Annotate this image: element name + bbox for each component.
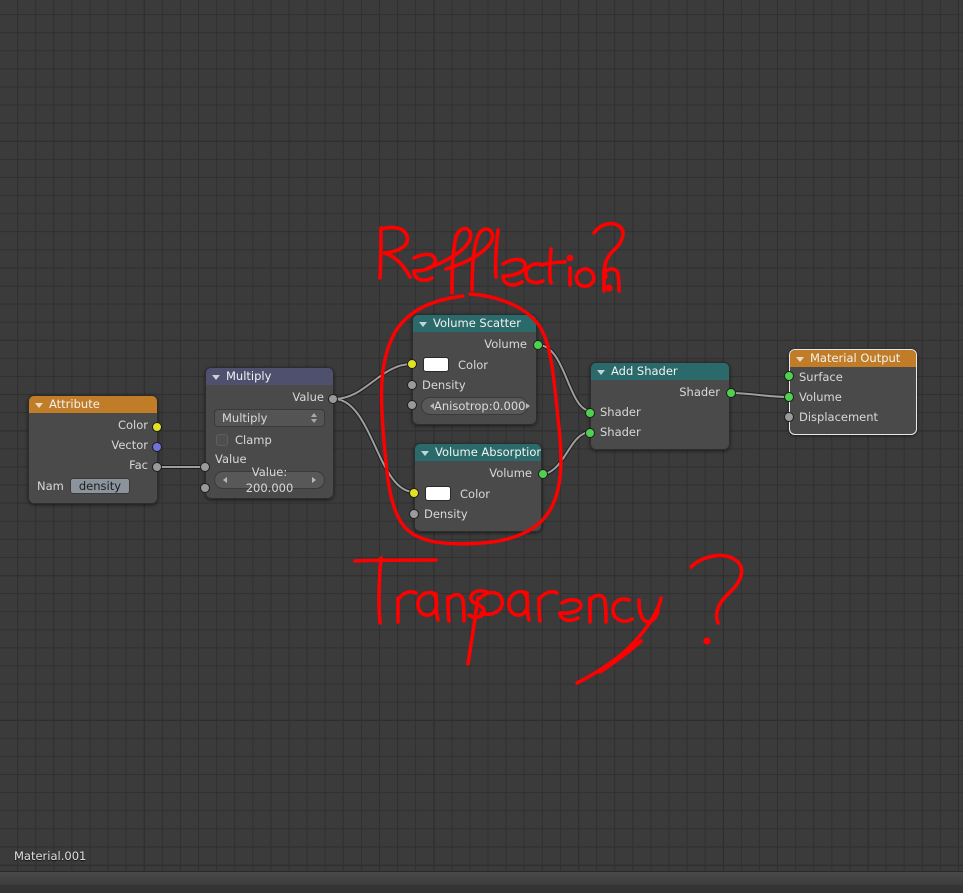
output-row-color: Color	[29, 415, 157, 435]
node-title: Volume Absorption	[435, 445, 542, 459]
output-row-value: Value	[206, 387, 333, 407]
input-label: Shader	[600, 425, 641, 439]
value-number-field[interactable]: Value: 200.000	[214, 465, 325, 495]
output-label: Volume	[484, 337, 527, 351]
operation-dropdown-value: Multiply	[222, 410, 268, 425]
collapse-triangle-icon[interactable]	[796, 356, 804, 362]
node-header-add-shader[interactable]: Add Shader	[591, 363, 729, 380]
node-multiply[interactable]: Multiply Value Multiply Clamp Value Valu…	[200, 367, 338, 499]
input-label: Shader	[600, 405, 641, 419]
socket-input-color[interactable]	[409, 488, 419, 498]
attribute-name-row: Nam density	[29, 475, 157, 496]
socket-output-volume[interactable]	[533, 340, 543, 350]
input-row-surface: Surface	[790, 367, 916, 387]
output-row-fac: Fac	[29, 455, 157, 475]
color-input-row[interactable]: Color	[415, 483, 541, 504]
material-name-label: Material.001	[14, 849, 87, 863]
collapse-triangle-icon[interactable]	[35, 402, 43, 408]
output-row-shader: Shader	[591, 382, 729, 402]
decrement-arrow-icon[interactable]	[223, 477, 227, 483]
clamp-label: Clamp	[235, 432, 272, 447]
increment-arrow-icon[interactable]	[525, 403, 530, 409]
clamp-checkbox-row[interactable]: Clamp	[206, 430, 333, 449]
color-input-row[interactable]: Color	[413, 354, 536, 375]
output-row-volume: Volume	[413, 334, 536, 354]
node-attribute[interactable]: Attribute Color Vector Fac Nam density	[28, 395, 162, 504]
input-row-displacement: Displacement	[790, 407, 916, 427]
chevron-updown-icon	[311, 413, 317, 423]
socket-input-density[interactable]	[409, 509, 419, 519]
input-label: Displacement	[799, 410, 879, 424]
node-editor-canvas[interactable]: Attribute Color Vector Fac Nam density M…	[0, 0, 963, 893]
socket-input-value-1[interactable]	[200, 462, 210, 472]
decrement-arrow-icon[interactable]	[430, 403, 434, 409]
socket-input-value-2[interactable]	[200, 483, 210, 493]
input-row-volume: Volume	[790, 387, 916, 407]
node-header-attribute[interactable]: Attribute	[29, 396, 157, 413]
input-row-shader-1: Shader	[591, 402, 729, 422]
node-header-material-output[interactable]: Material Output	[790, 350, 916, 367]
input-label: Value	[215, 452, 247, 466]
node-material-output[interactable]: Material Output Surface Volume Displacem…	[784, 349, 917, 435]
output-label: Color	[117, 418, 148, 432]
increment-arrow-icon[interactable]	[312, 477, 316, 483]
input-label: Volume	[799, 390, 842, 404]
collapse-triangle-icon[interactable]	[421, 450, 429, 456]
attribute-name-label: Nam	[37, 478, 64, 493]
color-swatch[interactable]	[425, 486, 451, 501]
color-label: Color	[458, 357, 489, 372]
color-swatch[interactable]	[423, 357, 449, 372]
attribute-name-input[interactable]: density	[69, 477, 131, 494]
socket-input-anisotropy[interactable]	[407, 400, 417, 410]
output-label: Fac	[129, 458, 148, 472]
node-header-volume-scatter[interactable]: Volume Scatter	[413, 315, 536, 332]
output-row-volume: Volume	[415, 463, 541, 483]
node-volume-scatter[interactable]: Volume Scatter Volume Color Density Anis…	[407, 314, 543, 425]
node-volume-absorption[interactable]: Volume Absorption Volume Color Density	[409, 443, 548, 532]
node-add-shader[interactable]: Add Shader Shader Shader Shader	[585, 362, 736, 450]
node-header-multiply[interactable]: Multiply	[206, 368, 333, 385]
socket-output-color[interactable]	[152, 422, 162, 432]
input-row-density: Density	[415, 504, 541, 524]
output-row-vector: Vector	[29, 435, 157, 455]
input-label: Density	[422, 378, 466, 392]
node-title: Add Shader	[611, 364, 678, 378]
collapse-triangle-icon[interactable]	[597, 369, 605, 375]
collapse-triangle-icon[interactable]	[419, 321, 427, 327]
socket-input-displacement[interactable]	[784, 412, 794, 422]
socket-output-fac[interactable]	[152, 462, 162, 472]
output-label: Vector	[111, 438, 148, 452]
output-label: Shader	[679, 385, 720, 399]
input-label: Density	[424, 507, 468, 521]
socket-input-volume[interactable]	[784, 392, 794, 402]
socket-input-color[interactable]	[407, 359, 417, 369]
node-title: Multiply	[226, 369, 272, 383]
node-title: Attribute	[49, 397, 100, 411]
output-label: Volume	[489, 466, 532, 480]
status-bar	[0, 871, 963, 893]
output-label: Value	[292, 390, 324, 404]
socket-input-density[interactable]	[407, 380, 417, 390]
socket-output-vector[interactable]	[152, 442, 162, 452]
node-header-volume-absorption[interactable]: Volume Absorption	[415, 444, 541, 461]
operation-dropdown[interactable]: Multiply	[214, 409, 325, 427]
input-label: Surface	[799, 370, 843, 384]
color-label: Color	[460, 486, 491, 501]
anisotropy-number-field[interactable]: Anisotrop:0.000	[421, 397, 530, 415]
input-row-density: Density	[413, 375, 536, 395]
socket-input-surface[interactable]	[784, 371, 794, 381]
node-title: Volume Scatter	[433, 316, 521, 330]
socket-output-value[interactable]	[328, 394, 338, 404]
socket-output-volume[interactable]	[538, 469, 548, 479]
socket-output-shader[interactable]	[726, 388, 736, 398]
anisotropy-label: Anisotrop:0.000	[434, 399, 526, 413]
node-title: Material Output	[810, 351, 901, 365]
input-row-value: Value	[206, 449, 333, 469]
collapse-triangle-icon[interactable]	[212, 374, 220, 380]
input-row-shader-2: Shader	[591, 422, 729, 442]
socket-input-shader-2[interactable]	[585, 428, 595, 438]
socket-input-shader-1[interactable]	[585, 408, 595, 418]
clamp-checkbox[interactable]	[216, 433, 228, 446]
